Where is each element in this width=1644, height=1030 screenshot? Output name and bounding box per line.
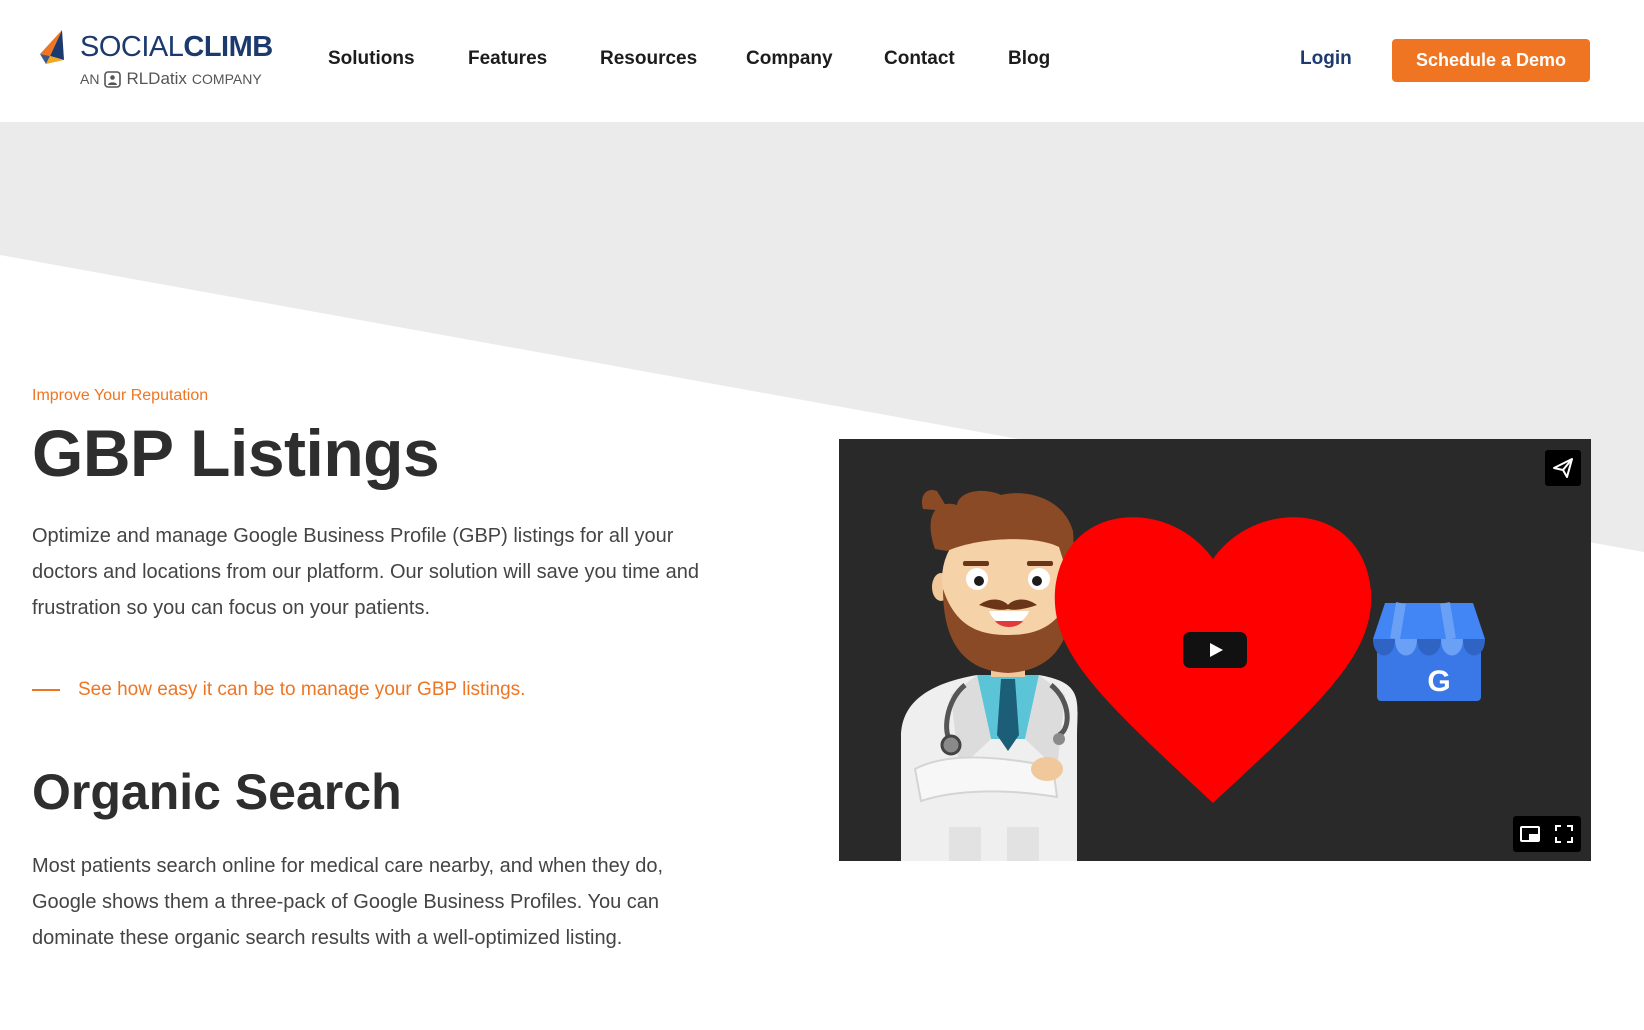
nav-item-solutions[interactable]: Solutions: [328, 44, 415, 74]
brand-name-bold: CLIMB: [183, 31, 273, 63]
play-button[interactable]: [1183, 632, 1247, 668]
fullscreen-button[interactable]: [1547, 816, 1581, 852]
picture-in-picture-button[interactable]: [1513, 816, 1547, 852]
tagline-prefix: AN: [80, 71, 100, 87]
organic-search-heading: Organic Search: [32, 764, 402, 820]
hero-description: Optimize and manage Google Business Prof…: [32, 525, 699, 619]
play-icon: [1210, 643, 1223, 657]
doctor-illustration: [901, 489, 1084, 861]
nav-item-contact[interactable]: Contact: [884, 44, 955, 74]
video-player[interactable]: G: [839, 439, 1591, 861]
nav-item-blog[interactable]: Blog: [1008, 44, 1050, 74]
video-controls: [1513, 816, 1581, 852]
link-dash-decoration: [32, 689, 60, 691]
share-icon: [1553, 458, 1573, 478]
nav-item-company[interactable]: Company: [746, 44, 833, 74]
section-eyebrow: Improve Your Reputation: [32, 387, 209, 404]
picture-in-picture-icon: [1520, 826, 1540, 842]
tagline-company: RLDatix: [126, 69, 187, 88]
page-title: GBP Listings: [32, 416, 440, 490]
nav-item-resources[interactable]: Resources: [600, 44, 697, 74]
login-link[interactable]: Login: [1300, 44, 1352, 74]
site-header: SOCIALCLIMB AN RLDatix COMPANY Solutions…: [0, 0, 1644, 122]
gbp-video-link[interactable]: See how easy it can be to manage your GB…: [32, 670, 732, 710]
socialclimb-flag-icon: [40, 30, 64, 64]
socialclimb-logo[interactable]: SOCIALCLIMB AN RLDatix COMPANY: [38, 28, 288, 92]
tagline-suffix: COMPANY: [191, 71, 262, 87]
schedule-demo-button[interactable]: Schedule a Demo: [1392, 39, 1590, 82]
google-business-store-icon: G: [1373, 602, 1485, 701]
main-content: Improve Your Reputation GBP Listings Opt…: [32, 380, 732, 956]
gbp-video-link-text[interactable]: See how easy it can be to manage your GB…: [78, 679, 525, 701]
brand-name: SOCIALCLIMB: [80, 30, 273, 64]
nav-item-features[interactable]: Features: [468, 44, 547, 74]
brand-tagline: AN RLDatix COMPANY: [80, 70, 262, 88]
brand-name-light: SOCIAL: [80, 31, 184, 63]
share-button[interactable]: [1545, 450, 1581, 486]
store-badge-letter: G: [1427, 665, 1450, 698]
rldatix-icon: [104, 70, 122, 88]
organic-search-description: Most patients search online for medical …: [32, 855, 664, 949]
fullscreen-icon: [1555, 825, 1573, 843]
